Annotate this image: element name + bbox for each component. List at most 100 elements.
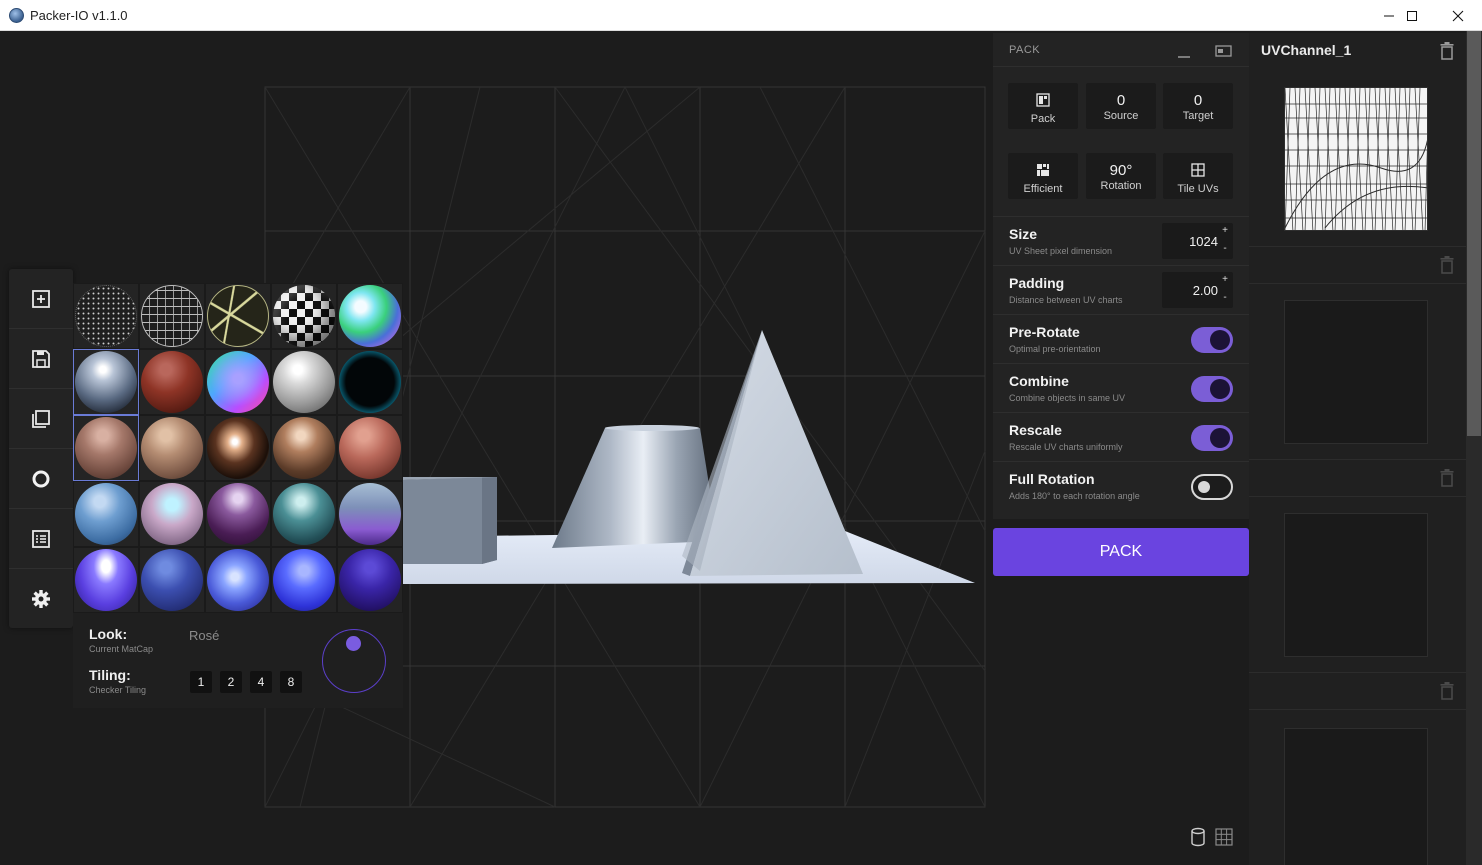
matcap-cell[interactable] (73, 349, 139, 415)
pre-rotate-toggle[interactable] (1191, 327, 1233, 353)
matcap-button[interactable] (9, 449, 73, 509)
padding-decrement-button[interactable]: - (1220, 292, 1230, 303)
pack-button[interactable]: PACK (993, 528, 1249, 576)
uv-grid-view-icon[interactable] (1215, 828, 1233, 851)
uv-channel-header (1249, 672, 1466, 710)
matcap-voronoi-sphere (207, 285, 269, 347)
pre-rotate-desc: Optimal pre-orientation (1009, 344, 1101, 354)
trash-icon[interactable] (1440, 256, 1454, 274)
trash-icon[interactable] (1440, 42, 1454, 60)
matcap-cell[interactable] (205, 349, 271, 415)
uv-channel-1[interactable]: UVChannel_1 (1249, 33, 1466, 246)
matcap-cell[interactable] (205, 547, 271, 613)
minimize-panel-icon[interactable] (1177, 45, 1191, 59)
trash-icon[interactable] (1440, 682, 1454, 700)
matcap-cell[interactable] (337, 283, 403, 349)
size-decrement-button[interactable]: - (1220, 243, 1230, 254)
maximize-button[interactable] (1389, 0, 1435, 31)
matcap-cell[interactable] (73, 283, 139, 349)
tiling-option-2[interactable]: 2 (220, 671, 242, 693)
size-increment-button[interactable]: + (1220, 225, 1230, 236)
size-stepper[interactable]: 1024 + - (1162, 223, 1233, 259)
list-button[interactable] (9, 509, 73, 569)
uv-channel-3[interactable] (1249, 459, 1466, 672)
size-value[interactable]: 1024 (1162, 234, 1218, 249)
matcap-cell[interactable] (337, 481, 403, 547)
matcap-cell[interactable] (139, 547, 205, 613)
matcap-cell[interactable] (337, 547, 403, 613)
stat-efficient-label: Efficient (1023, 183, 1063, 195)
uv-panel-scrollbar[interactable] (1466, 31, 1482, 865)
cylinder-view-icon[interactable] (1189, 827, 1207, 852)
save-icon (32, 349, 50, 368)
matcap-copper-sphere (273, 417, 335, 479)
pack-icon (1036, 93, 1050, 107)
padding-stepper[interactable]: 2.00 + - (1162, 272, 1233, 308)
add-button[interactable] (9, 269, 73, 329)
pack-header: PACK (993, 33, 1249, 67)
matcap-cell[interactable] (139, 415, 205, 481)
matcap-skin-sphere (141, 417, 203, 479)
layers-button[interactable] (9, 389, 73, 449)
tiling-option-8[interactable]: 8 (280, 671, 302, 693)
stat-source-label: Source (1103, 110, 1139, 122)
settings-button[interactable] (9, 569, 73, 629)
title-bar: Packer-IO v1.1.0 (0, 0, 1482, 31)
matcap-cell[interactable] (139, 283, 205, 349)
combine-toggle[interactable] (1191, 376, 1233, 402)
tiling-option-1[interactable]: 1 (190, 671, 212, 693)
dock-panel-icon[interactable] (1215, 44, 1233, 58)
matcap-cell[interactable] (139, 481, 205, 547)
matcap-cell[interactable] (139, 349, 205, 415)
matcap-glow-sphere (339, 351, 401, 413)
save-button[interactable] (9, 329, 73, 389)
uv-channel-4[interactable] (1249, 672, 1466, 865)
uv-channel-header (1249, 246, 1466, 284)
stat-pack-label: Pack (1030, 113, 1056, 125)
stat-efficient[interactable]: Efficient (1008, 153, 1078, 199)
tile-uvs-icon (1191, 163, 1205, 177)
tiling-sub-label: Checker Tiling (89, 685, 147, 695)
circle-icon (32, 470, 50, 487)
stat-rotation[interactable]: 90° Rotation (1086, 153, 1156, 199)
matcap-cell[interactable] (271, 547, 337, 613)
app-logo-icon (9, 8, 24, 23)
matcap-cell[interactable] (205, 481, 271, 547)
list-icon (32, 529, 50, 548)
light-direction-dial[interactable] (322, 629, 386, 693)
padding-desc: Distance between UV charts (1009, 295, 1123, 305)
size-label: Size (1009, 226, 1038, 242)
full-rotation-label: Full Rotation (1009, 471, 1095, 487)
matcap-liquid-blue-sphere (207, 549, 269, 611)
light-handle[interactable] (346, 636, 361, 651)
matcap-violet-gloss-sphere (75, 549, 137, 611)
uv-channel-2[interactable] (1249, 246, 1466, 459)
close-button[interactable] (1435, 0, 1481, 31)
matcap-cell[interactable] (73, 547, 139, 613)
matcap-bronze-sphere (207, 417, 269, 479)
padding-value[interactable]: 2.00 (1162, 283, 1218, 298)
stat-pack[interactable]: Pack (1008, 83, 1078, 129)
matcap-cell[interactable] (271, 481, 337, 547)
matcap-cell[interactable] (73, 415, 139, 481)
scrollbar-thumb[interactable] (1467, 31, 1481, 436)
padding-increment-button[interactable]: + (1220, 274, 1230, 285)
rescale-toggle[interactable] (1191, 425, 1233, 451)
stat-tile-uvs[interactable]: Tile UVs (1163, 153, 1233, 199)
combine-label: Combine (1009, 373, 1069, 389)
matcap-cell[interactable] (271, 283, 337, 349)
trash-icon[interactable] (1440, 469, 1454, 487)
full-rotation-toggle[interactable] (1191, 474, 1233, 500)
matcap-cell[interactable] (337, 415, 403, 481)
uv-channels-panel: UVChannel_1 (1249, 33, 1466, 865)
tiling-option-4[interactable]: 4 (250, 671, 272, 693)
add-square-icon (32, 289, 50, 308)
layers-icon (32, 409, 50, 428)
matcap-cell[interactable] (271, 415, 337, 481)
matcap-cell[interactable] (271, 349, 337, 415)
matcap-cell[interactable] (205, 283, 271, 349)
matcap-cell[interactable] (205, 415, 271, 481)
matcap-cell[interactable] (73, 481, 139, 547)
matcap-panel: Look: Current MatCap Rosé Tiling: Checke… (73, 283, 403, 708)
matcap-cell[interactable] (337, 349, 403, 415)
